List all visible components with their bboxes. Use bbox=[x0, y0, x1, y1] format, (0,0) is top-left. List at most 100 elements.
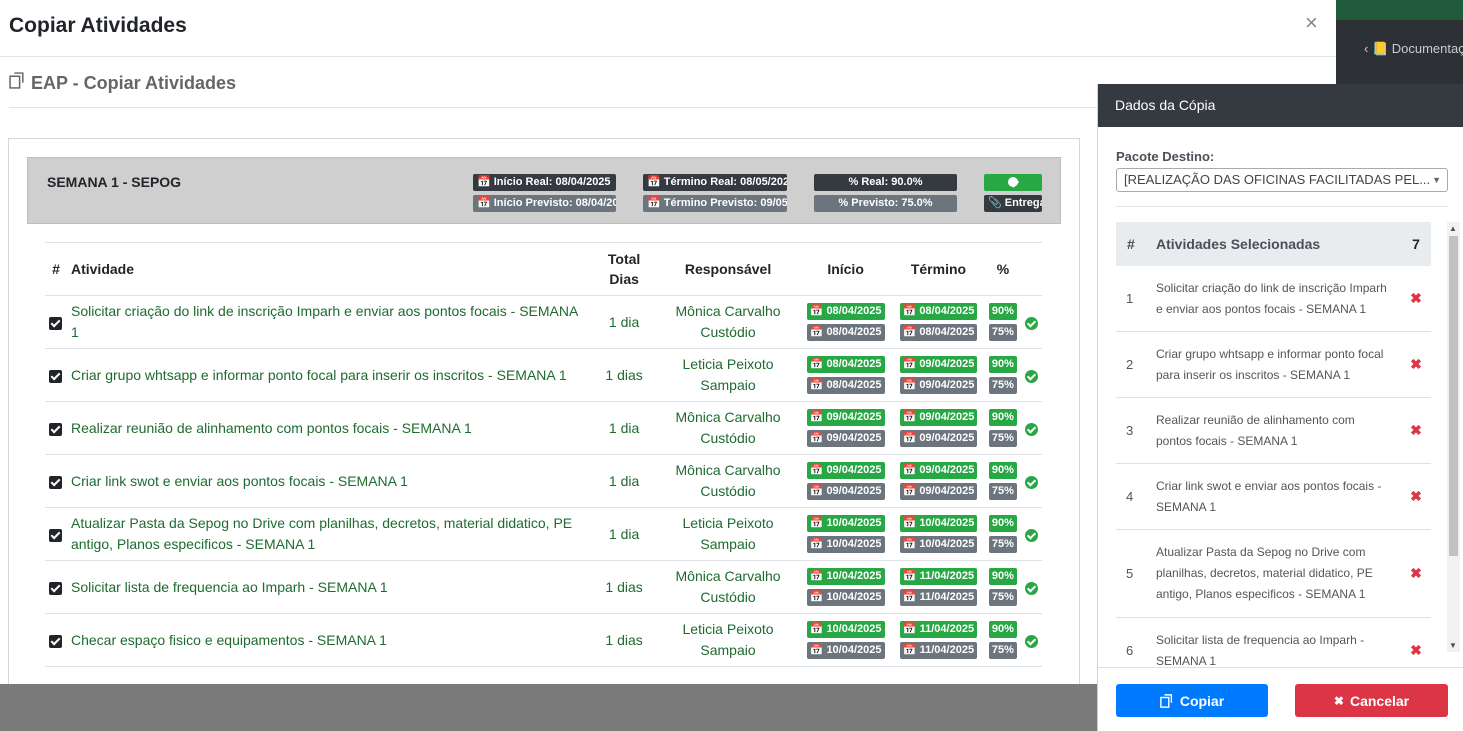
scroll-up-icon[interactable]: ▲ bbox=[1449, 224, 1457, 233]
col-start: Início bbox=[799, 242, 893, 296]
week-title: SEMANA 1 - SEPOG bbox=[47, 174, 182, 190]
modal-header: Copiar Atividades × bbox=[0, 0, 1336, 57]
row-checkbox-cell bbox=[45, 295, 67, 349]
item-number: 4 bbox=[1126, 489, 1134, 504]
table-row[interactable]: Criar grupo whtsapp e informar ponto foc… bbox=[45, 348, 1042, 402]
activity-name[interactable]: Criar link swot e enviar aos pontos foca… bbox=[66, 454, 592, 508]
start-planned-date: 📅 10/04/2025 bbox=[806, 536, 885, 553]
responsible: Mônica Carvalho Custódio bbox=[656, 560, 800, 614]
remove-icon[interactable]: ✖ bbox=[1401, 565, 1431, 582]
activity-name[interactable]: Solicitar lista de frequencia ao Imparh … bbox=[66, 560, 592, 614]
pct-real-badge: % Real: 90.0% bbox=[814, 174, 957, 191]
status-cell bbox=[1020, 507, 1042, 561]
activity-name[interactable]: Realizar reunião de alinhamento com pont… bbox=[66, 401, 592, 455]
pct-real: 90% bbox=[988, 515, 1017, 532]
table-row[interactable]: Solicitar lista de frequencia ao Imparh … bbox=[45, 560, 1042, 614]
copy-icon bbox=[1160, 693, 1172, 708]
scrollbar-thumb[interactable] bbox=[1449, 236, 1458, 556]
check-circle-icon bbox=[1024, 369, 1038, 383]
remove-icon[interactable]: ✖ bbox=[1401, 642, 1431, 659]
col-pct: % bbox=[984, 242, 1021, 296]
end-real-date: 📅 10/04/2025 bbox=[899, 515, 978, 532]
copy-icon bbox=[9, 72, 26, 94]
item-title: Realizar reunião de alinhamento com pont… bbox=[1156, 412, 1355, 448]
activities-table: # Atividade Total Dias Responsável Iníci… bbox=[45, 242, 1042, 667]
total-days: 1 dia bbox=[591, 401, 657, 455]
item-number: 2 bbox=[1126, 357, 1134, 372]
end-dates: 📅 09/04/2025 📅 09/04/2025 bbox=[892, 348, 985, 402]
pct-planned: 75% bbox=[988, 483, 1017, 500]
end-planned-badge: 📅 Término Previsto: 09/05/2025 bbox=[643, 195, 787, 212]
total-days: 1 dia bbox=[591, 454, 657, 508]
row-checkbox[interactable] bbox=[49, 422, 63, 436]
activity-name[interactable]: Criar grupo whtsapp e informar ponto foc… bbox=[66, 348, 592, 402]
start-dates: 📅 10/04/2025 📅 10/04/2025 bbox=[799, 613, 893, 667]
table-row[interactable]: Realizar reunião de alinhamento com pont… bbox=[45, 401, 1042, 455]
check-circle-icon bbox=[1024, 634, 1038, 648]
end-real-date: 📅 09/04/2025 bbox=[899, 409, 978, 426]
total-days: 1 dias bbox=[591, 348, 657, 402]
start-planned-date: 📅 09/04/2025 bbox=[806, 430, 885, 447]
remove-icon[interactable]: ✖ bbox=[1401, 290, 1431, 307]
responsible: Mônica Carvalho Custódio bbox=[656, 401, 800, 455]
destination-select[interactable]: [REALIZAÇÃO DAS OFICINAS FACILITADAS PEL… bbox=[1116, 168, 1448, 192]
documentation-link[interactable]: ‹ 📒 Documentação bbox=[1364, 41, 1463, 57]
table-row[interactable]: Solicitar criação do link de inscrição I… bbox=[45, 295, 1042, 349]
item-number: 6 bbox=[1126, 643, 1134, 658]
remove-icon[interactable]: ✖ bbox=[1401, 422, 1431, 439]
week-header: SEMANA 1 - SEPOG 📅 Início Real: 08/04/20… bbox=[27, 157, 1061, 224]
activity-name[interactable]: Atualizar Pasta da Sepog no Drive com pl… bbox=[66, 507, 592, 561]
list-scrollbar[interactable]: ▲ ▼ bbox=[1447, 222, 1460, 652]
activity-name[interactable]: Checar espaço fisico e equipamentos - SE… bbox=[66, 613, 592, 667]
pct-planned: 75% bbox=[988, 324, 1017, 341]
item-number: 3 bbox=[1126, 423, 1134, 438]
activity-name[interactable]: Solicitar criação do link de inscrição I… bbox=[66, 295, 592, 349]
cancel-button-label: Cancelar bbox=[1349, 692, 1410, 709]
close-icon[interactable]: × bbox=[1305, 10, 1318, 36]
remove-icon[interactable]: ✖ bbox=[1401, 356, 1431, 373]
close-icon: ✖ bbox=[1333, 693, 1344, 708]
scroll-down-icon[interactable]: ▼ bbox=[1449, 641, 1457, 650]
end-real-date: 📅 11/04/2025 bbox=[899, 568, 978, 585]
pct-planned-badge: % Previsto: 75.0% bbox=[814, 195, 957, 212]
row-checkbox[interactable] bbox=[49, 581, 63, 595]
end-planned-date: 📅 11/04/2025 bbox=[899, 589, 978, 606]
check-circle-icon bbox=[1024, 475, 1038, 489]
status-cell bbox=[1020, 295, 1042, 349]
start-real-date: 📅 10/04/2025 bbox=[806, 515, 885, 532]
pct-real: 90% bbox=[988, 621, 1017, 638]
selected-activities-list: # Atividades Selecionadas 7 1 Solicitar c… bbox=[1116, 222, 1431, 668]
start-real-date: 📅 09/04/2025 bbox=[806, 409, 885, 426]
end-planned-date: 📅 08/04/2025 bbox=[899, 324, 978, 341]
responsible: Mônica Carvalho Custódio bbox=[656, 454, 800, 508]
item-number: 5 bbox=[1126, 566, 1134, 581]
deliveries-badge[interactable]: 📎 Entregas: 1 bbox=[984, 195, 1042, 212]
status-badge bbox=[984, 174, 1042, 191]
row-checkbox[interactable] bbox=[49, 316, 63, 330]
pct-real: 90% bbox=[988, 303, 1017, 320]
row-checkbox-cell bbox=[45, 401, 67, 455]
start-dates: 📅 09/04/2025 📅 09/04/2025 bbox=[799, 454, 893, 508]
row-checkbox[interactable] bbox=[49, 369, 63, 383]
copy-button[interactable]: Copiar bbox=[1116, 684, 1268, 717]
list-item: 4 Criar link swot e enviar aos pontos foc… bbox=[1116, 464, 1431, 530]
list-item: 6 Solicitar lista de frequencia ao Imparh… bbox=[1116, 618, 1431, 668]
row-checkbox[interactable] bbox=[49, 528, 63, 542]
table-row[interactable]: Criar link swot e enviar aos pontos foca… bbox=[45, 454, 1042, 508]
end-real-date: 📅 09/04/2025 bbox=[899, 462, 978, 479]
end-real-badge: 📅 Término Real: 08/05/2025 bbox=[643, 174, 787, 191]
item-title: Criar grupo whtsapp e informar ponto foc… bbox=[1156, 346, 1384, 382]
cancel-button[interactable]: ✖ Cancelar bbox=[1295, 684, 1448, 717]
destination-label: Pacote Destino: bbox=[1116, 149, 1215, 164]
end-planned-date: 📅 09/04/2025 bbox=[899, 483, 978, 500]
row-checkbox[interactable] bbox=[49, 475, 63, 489]
start-real-date: 📅 08/04/2025 bbox=[806, 356, 885, 373]
table-row[interactable]: Atualizar Pasta da Sepog no Drive com pl… bbox=[45, 507, 1042, 561]
start-real-date: 📅 09/04/2025 bbox=[806, 462, 885, 479]
table-row[interactable]: Checar espaço fisico e equipamentos - SE… bbox=[45, 613, 1042, 667]
check-circle-icon bbox=[1024, 422, 1038, 436]
start-planned-date: 📅 08/04/2025 bbox=[806, 377, 885, 394]
row-checkbox[interactable] bbox=[49, 634, 63, 648]
start-dates: 📅 10/04/2025 📅 10/04/2025 bbox=[799, 560, 893, 614]
remove-icon[interactable]: ✖ bbox=[1401, 488, 1431, 505]
